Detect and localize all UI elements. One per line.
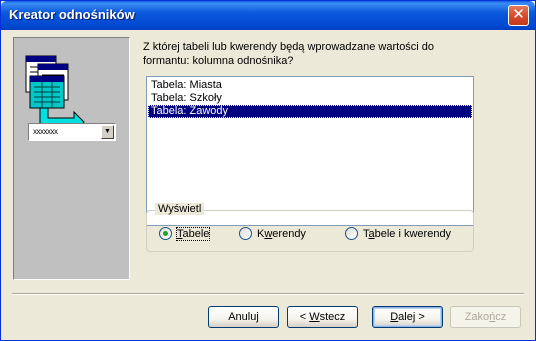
radio-tables[interactable]: Tabele <box>159 226 211 241</box>
wizard-question: Z której tabeli lub kwerendy będą wprowa… <box>143 41 435 67</box>
cancel-button[interactable]: Anuluj <box>208 306 279 328</box>
next-button[interactable]: Dalej > <box>372 306 443 328</box>
close-button[interactable]: ✕ <box>508 5 529 26</box>
finish-button[interactable]: Zakończ <box>450 306 521 328</box>
wizard-window: Kreator odnośników ✕ xxxxxxx ▼ Z której … <box>0 0 536 341</box>
radio-queries-label: Kwerendy <box>257 227 306 240</box>
radio-checked-icon <box>159 227 172 240</box>
back-button[interactable]: < Wstecz <box>287 306 358 328</box>
view-groupbox: Wyświetl Tabele Kwerendy Tabele i kweren… <box>146 203 474 252</box>
sample-combo-icon: xxxxxxx ▼ <box>28 123 116 141</box>
radio-unchecked-icon <box>239 227 252 240</box>
title-bar[interactable]: Kreator odnośników ✕ <box>1 1 535 30</box>
chevron-down-icon: ▼ <box>101 125 114 139</box>
radio-unchecked-icon <box>345 227 358 240</box>
wizard-body: xxxxxxx ▼ Z której tabeli lub kwerendy b… <box>4 30 532 338</box>
list-item[interactable]: Tabela: Szkoły <box>148 92 472 105</box>
radio-queries[interactable]: Kwerendy <box>239 227 306 240</box>
radio-tables-label: Tabele <box>175 226 211 241</box>
close-icon: ✕ <box>512 6 525 23</box>
illustration-panel: xxxxxxx ▼ <box>13 37 130 280</box>
radio-both[interactable]: Tabele i kwerendy <box>345 227 451 240</box>
footer-divider <box>12 293 524 295</box>
window-title: Kreator odnośników <box>9 7 135 22</box>
view-group-legend: Wyświetl <box>155 203 205 215</box>
sample-combo-text: xxxxxxx <box>33 127 58 136</box>
list-item[interactable]: Tabela: Miasta <box>148 79 472 92</box>
list-item-selected[interactable]: Tabela: Zawody <box>148 105 472 118</box>
radio-both-label: Tabele i kwerendy <box>363 227 452 240</box>
